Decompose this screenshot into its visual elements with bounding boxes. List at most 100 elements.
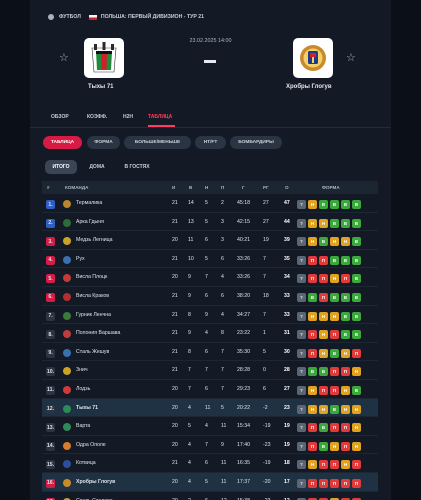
breadcrumb-league[interactable]: ПОЛЬША: ПЕРВЫЙ ДИВИЗИОН - ТУР 21 bbox=[101, 14, 204, 20]
team-name[interactable]: Знич bbox=[76, 367, 88, 373]
table-row[interactable]: 9. Сталь Жешув 21 8 6 7 35:30 5 30? П Н В Н П bbox=[42, 343, 378, 362]
table-row[interactable]: 1. Термалика 21 14 5 2 45:18 27 47? Н В В В В bbox=[42, 194, 378, 213]
form-result-badge[interactable]: В bbox=[330, 255, 339, 265]
table-row[interactable]: 17.Сталь Стaлова20261215:38-2312?ППНПП bbox=[42, 492, 378, 500]
team-name[interactable]: Висла Плоцк bbox=[76, 274, 107, 280]
table-row[interactable]: 14. Одра Ополе 20 4 7 9 17:40 -23 19? П В Н П Н bbox=[42, 436, 378, 455]
form-result-badge[interactable]: В bbox=[341, 200, 350, 209]
form-upcoming-badge[interactable]: ? bbox=[297, 460, 306, 470]
form-result-badge[interactable]: П bbox=[330, 423, 339, 433]
form-upcoming-badge[interactable]: ? bbox=[297, 330, 306, 340]
form-result-badge[interactable]: Н bbox=[330, 237, 339, 247]
form-result-badge[interactable]: Н bbox=[308, 237, 317, 247]
form-result-badge[interactable]: Н bbox=[308, 404, 317, 414]
form-result-badge[interactable]: В bbox=[352, 255, 361, 265]
form-result-badge[interactable]: Н bbox=[352, 404, 361, 414]
form-result-badge[interactable]: Н bbox=[330, 441, 339, 451]
table-row[interactable]: 8. Полония Варшава 21 9 4 8 23:22 1 31? П Н П В В bbox=[42, 324, 378, 343]
pill-form[interactable]: ФОРМА bbox=[87, 136, 120, 149]
form-result-badge[interactable]: В bbox=[330, 404, 339, 414]
form-result-badge[interactable]: В bbox=[352, 274, 361, 284]
form-result-badge[interactable]: П bbox=[308, 478, 317, 488]
header-played[interactable]: И bbox=[172, 185, 175, 190]
form-result-badge[interactable]: В bbox=[352, 330, 361, 340]
form-result-badge[interactable]: В bbox=[341, 255, 350, 265]
form-result-badge[interactable]: В bbox=[330, 218, 339, 228]
form-result-badge[interactable]: П bbox=[308, 330, 317, 340]
tab-standings[interactable]: ТАБЛИЦА bbox=[148, 114, 172, 120]
table-row[interactable]: 7. Гурник Ленчна 21 8 9 4 34:27 7 33? Н Н Н В В bbox=[42, 306, 378, 325]
team-name[interactable]: Медзь Легница bbox=[76, 237, 113, 243]
form-result-badge[interactable]: В bbox=[341, 292, 350, 302]
form-result-badge[interactable]: В bbox=[341, 330, 350, 340]
team-name[interactable]: Висла Краков bbox=[76, 293, 109, 299]
form-result-badge[interactable]: В bbox=[341, 311, 350, 321]
form-result-badge[interactable]: П bbox=[308, 274, 317, 284]
form-result-badge[interactable]: П bbox=[352, 478, 361, 488]
tab-h2h[interactable]: H2H bbox=[123, 114, 133, 120]
form-result-badge[interactable]: Н bbox=[352, 367, 361, 377]
header-draws[interactable]: Н bbox=[205, 185, 208, 190]
form-result-badge[interactable]: П bbox=[308, 348, 317, 358]
form-result-badge[interactable]: П bbox=[308, 255, 317, 265]
form-result-badge[interactable]: В bbox=[330, 348, 339, 358]
form-upcoming-badge[interactable]: ? bbox=[297, 367, 306, 377]
team-name[interactable]: Котвица bbox=[76, 460, 96, 466]
pill-over-under[interactable]: БОЛЬШЕ/МЕНЬШЕ bbox=[124, 136, 191, 149]
form-result-badge[interactable]: П bbox=[330, 385, 339, 395]
subtab-home[interactable]: ДОМА bbox=[83, 160, 111, 174]
form-result-badge[interactable]: П bbox=[319, 292, 328, 302]
form-result-badge[interactable]: Н bbox=[308, 460, 317, 470]
form-result-badge[interactable]: Н bbox=[341, 385, 350, 395]
form-upcoming-badge[interactable]: ? bbox=[297, 200, 306, 209]
header-losses[interactable]: П bbox=[221, 185, 224, 190]
form-upcoming-badge[interactable]: ? bbox=[297, 237, 306, 247]
form-result-badge[interactable]: Н bbox=[341, 237, 350, 247]
table-row[interactable]: 6. Висла Краков 21 9 6 6 38:20 18 33? В П В В В bbox=[42, 287, 378, 306]
form-result-badge[interactable]: В bbox=[352, 200, 361, 209]
form-upcoming-badge[interactable]: ? bbox=[297, 311, 306, 321]
form-upcoming-badge[interactable]: ? bbox=[297, 218, 306, 228]
form-result-badge[interactable]: В bbox=[341, 218, 350, 228]
form-result-badge[interactable]: П bbox=[341, 478, 350, 488]
form-result-badge[interactable]: Н bbox=[319, 218, 328, 228]
team-name[interactable]: Арка Гдыня bbox=[76, 219, 104, 225]
form-result-badge[interactable]: Н bbox=[308, 200, 317, 209]
table-row[interactable]: 12. Тыхы 71 20 4 11 5 20:22 -2 23? Н Н В Н Н bbox=[42, 398, 378, 418]
form-upcoming-badge[interactable]: ? bbox=[297, 385, 306, 395]
table-row[interactable]: 3. Медзь Легница 20 11 6 3 40:21 19 39? Н В Н Н В bbox=[42, 231, 378, 250]
form-result-badge[interactable]: П bbox=[330, 478, 339, 488]
form-result-badge[interactable]: В bbox=[319, 441, 328, 451]
form-upcoming-badge[interactable]: ? bbox=[297, 478, 306, 488]
team-name[interactable]: Хробры Глогув bbox=[76, 479, 115, 485]
team-name[interactable]: Варта bbox=[76, 423, 90, 429]
form-result-badge[interactable]: П bbox=[330, 330, 339, 340]
favorite-home-star-icon[interactable]: ☆ bbox=[59, 52, 69, 64]
form-result-badge[interactable]: Н bbox=[319, 404, 328, 414]
away-team-logo[interactable] bbox=[293, 38, 333, 78]
form-result-badge[interactable]: В bbox=[352, 292, 361, 302]
team-name[interactable]: Лодзь bbox=[76, 386, 90, 392]
home-team-logo[interactable] bbox=[84, 38, 124, 78]
table-row[interactable]: 5. Висла Плоцк 20 9 7 4 33:26 7 34? П П Н П В bbox=[42, 268, 378, 287]
pill-table[interactable]: ТАБЛИЦА bbox=[43, 136, 82, 149]
form-upcoming-badge[interactable]: ? bbox=[297, 292, 306, 302]
subtab-overall[interactable]: ИТОГО bbox=[45, 160, 77, 174]
pill-scorers[interactable]: БОМБАРДИРЫ bbox=[230, 136, 282, 149]
form-result-badge[interactable]: П bbox=[308, 423, 317, 433]
breadcrumb-sport[interactable]: ФУТБОЛ bbox=[59, 14, 81, 20]
favorite-away-star-icon[interactable]: ☆ bbox=[346, 52, 356, 64]
form-result-badge[interactable]: Н bbox=[319, 348, 328, 358]
team-name[interactable]: Тыхы 71 bbox=[76, 405, 98, 411]
form-result-badge[interactable]: В bbox=[352, 218, 361, 228]
form-result-badge[interactable]: Н bbox=[352, 423, 361, 433]
form-result-badge[interactable]: Н bbox=[308, 218, 317, 228]
form-result-badge[interactable]: Н bbox=[330, 274, 339, 284]
form-result-badge[interactable]: Н bbox=[341, 404, 350, 414]
form-result-badge[interactable]: В bbox=[352, 311, 361, 321]
form-result-badge[interactable]: Н bbox=[319, 311, 328, 321]
form-result-badge[interactable]: П bbox=[352, 348, 361, 358]
form-result-badge[interactable]: П bbox=[330, 367, 339, 377]
form-result-badge[interactable]: В bbox=[319, 423, 328, 433]
form-upcoming-badge[interactable]: ? bbox=[297, 441, 306, 451]
